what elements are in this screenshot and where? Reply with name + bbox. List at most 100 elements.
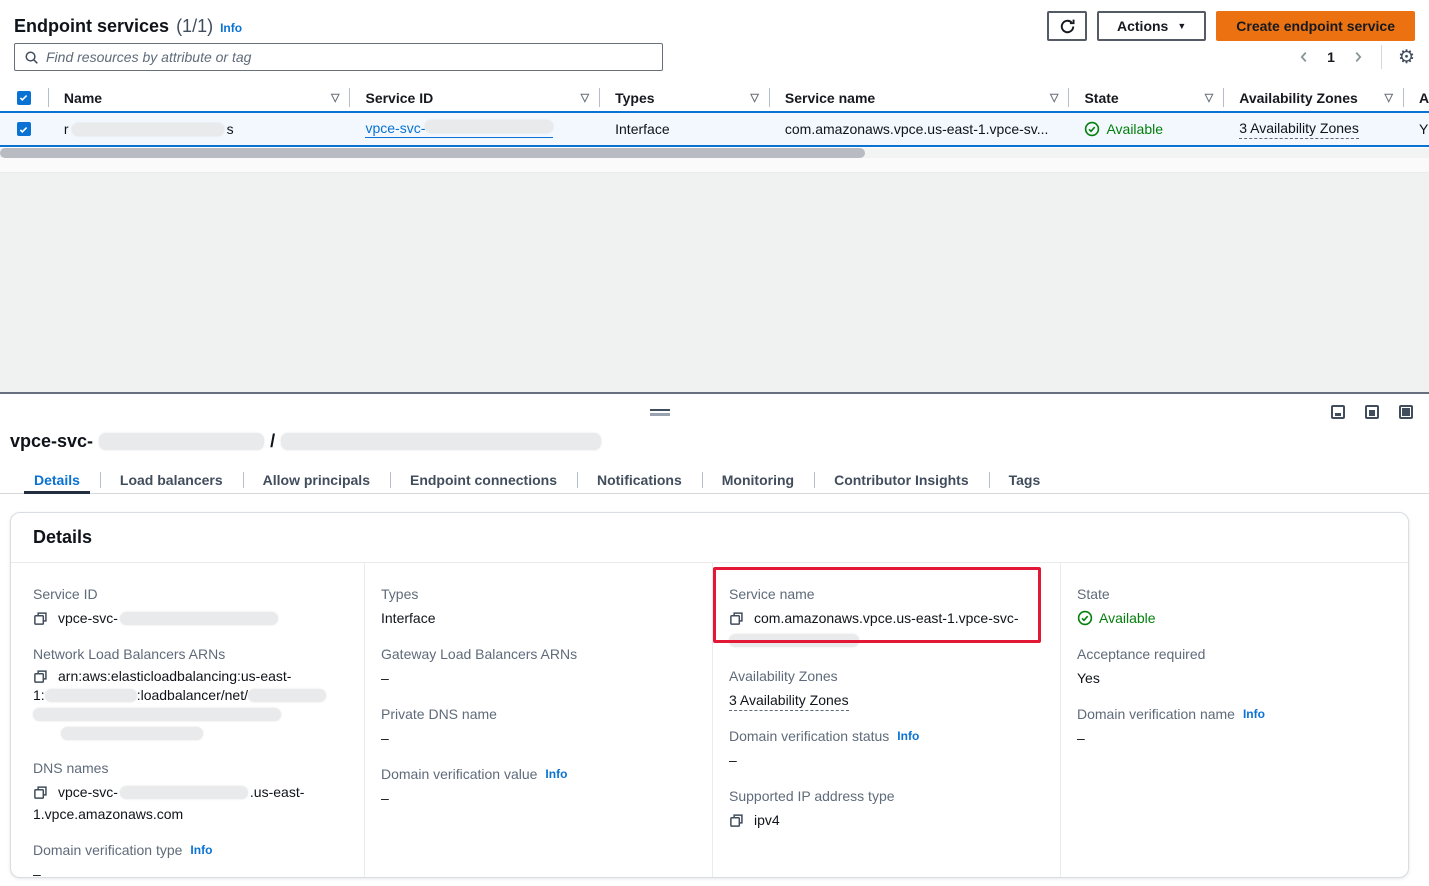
column-header-name[interactable]: Name ▽ xyxy=(48,84,350,111)
column-header-acceptance[interactable]: A xyxy=(1403,84,1429,111)
field-label: Acceptance required xyxy=(1077,645,1388,663)
copy-icon[interactable] xyxy=(729,611,744,626)
redacted-text xyxy=(120,786,248,799)
tab-endpoint-connections[interactable]: Endpoint connections xyxy=(390,467,577,493)
check-circle-icon xyxy=(1084,121,1100,137)
sort-icon[interactable]: ▽ xyxy=(1050,91,1058,104)
tab-tags[interactable]: Tags xyxy=(989,467,1061,493)
field-value: com.amazonaws.vpce.us-east-1.vpce-svc- xyxy=(754,607,1019,629)
field-value: 1.vpce.amazonaws.com xyxy=(33,803,344,825)
field-nlb-arns: Network Load Balancers ARNs arn:aws:elas… xyxy=(33,645,344,743)
create-endpoint-service-button[interactable]: Create endpoint service xyxy=(1216,11,1415,41)
tab-notifications[interactable]: Notifications xyxy=(577,467,702,493)
redacted-text xyxy=(281,433,601,450)
column-header-availability-zones[interactable]: Availability Zones ▽ xyxy=(1223,84,1403,111)
page-header: Endpoint services (1/1) Info Actions ▼ C… xyxy=(14,10,1415,42)
field-domain-verification-type: Domain verification type Info – xyxy=(33,841,344,885)
page-info-link[interactable]: Info xyxy=(220,21,242,35)
column-header-service-name[interactable]: Service name ▽ xyxy=(769,84,1069,111)
field-label: Domain verification value xyxy=(381,765,537,783)
cell-name: r s xyxy=(48,113,350,145)
page-number[interactable]: 1 xyxy=(1323,49,1339,65)
field-label: DNS names xyxy=(33,759,344,777)
copy-icon[interactable] xyxy=(729,813,744,828)
sort-icon[interactable]: ▽ xyxy=(750,91,758,104)
horizontal-scrollbar[interactable] xyxy=(0,148,1429,158)
panel-title-text: vpce-svc- xyxy=(10,431,93,452)
field-label: Service ID xyxy=(33,585,344,603)
copy-icon[interactable] xyxy=(33,669,48,684)
panel-position-full-icon[interactable] xyxy=(1399,405,1413,419)
redacted-text xyxy=(72,123,224,136)
redacted-text xyxy=(120,612,278,625)
search-input[interactable] xyxy=(46,49,653,65)
panel-position-half-icon[interactable] xyxy=(1365,405,1379,419)
info-link[interactable]: Info xyxy=(545,765,567,783)
column-header-state[interactable]: State ▽ xyxy=(1068,84,1223,111)
copy-icon[interactable] xyxy=(33,611,48,626)
sort-icon[interactable]: ▽ xyxy=(1385,91,1393,104)
details-column-4: State Available Acceptance required Yes xyxy=(1060,563,1408,877)
sort-icon[interactable]: ▽ xyxy=(1205,91,1213,104)
redacted-text xyxy=(729,634,859,647)
pagination: 1 ⚙ xyxy=(1297,45,1415,69)
sort-icon[interactable]: ▽ xyxy=(331,91,339,104)
info-link[interactable]: Info xyxy=(897,727,919,745)
header-actions: Actions ▼ Create endpoint service xyxy=(1047,11,1415,41)
field-private-dns-name: Private DNS name – xyxy=(381,705,692,749)
previous-page-icon[interactable] xyxy=(1297,50,1311,64)
field-value: arn:aws:elasticloadbalancing:us-east- xyxy=(58,667,291,686)
create-button-label: Create endpoint service xyxy=(1236,18,1395,34)
field-value: – xyxy=(729,749,1040,771)
table-row[interactable]: r s vpce-svc- Interface com.amazonaws.vp… xyxy=(0,111,1429,147)
panel-position-bottom-icon[interactable] xyxy=(1331,405,1345,419)
split-panel-drag-handle[interactable] xyxy=(650,409,670,416)
column-header-types[interactable]: Types ▽ xyxy=(599,84,769,111)
preferences-gear-icon[interactable]: ⚙ xyxy=(1398,48,1415,67)
tab-monitoring[interactable]: Monitoring xyxy=(702,467,814,493)
split-panel-size-controls xyxy=(1331,405,1413,419)
tab-allow-principals[interactable]: Allow principals xyxy=(243,467,390,493)
availability-zones-popover[interactable]: 3 Availability Zones xyxy=(729,692,849,711)
check-circle-icon xyxy=(1077,610,1093,626)
select-all-cell xyxy=(0,84,48,111)
column-header-label: Types xyxy=(615,90,654,106)
field-value: Yes xyxy=(1077,667,1388,689)
row-checkbox[interactable] xyxy=(17,122,31,136)
refresh-icon xyxy=(1059,18,1076,35)
page-background xyxy=(0,173,1429,392)
next-page-icon[interactable] xyxy=(1351,50,1365,64)
tab-details[interactable]: Details xyxy=(14,467,100,493)
tab-load-balancers[interactable]: Load balancers xyxy=(100,467,243,493)
tab-label: Monitoring xyxy=(722,472,794,488)
cell-state: Available xyxy=(1068,113,1223,145)
availability-zones-popover[interactable]: 3 Availability Zones xyxy=(1239,120,1359,139)
tab-label: Notifications xyxy=(597,472,682,488)
info-link[interactable]: Info xyxy=(1243,705,1265,723)
column-header-service-id[interactable]: Service ID ▽ xyxy=(349,84,599,111)
state-text: Available xyxy=(1106,121,1163,137)
field-label: Domain verification status xyxy=(729,727,889,745)
field-label: Gateway Load Balancers ARNs xyxy=(381,645,692,663)
sort-icon[interactable]: ▽ xyxy=(581,91,589,104)
refresh-button[interactable] xyxy=(1047,11,1087,41)
info-link[interactable]: Info xyxy=(190,841,212,859)
details-grid: Service ID vpce-svc- Network Load Balanc… xyxy=(11,563,1408,877)
service-id-link[interactable]: vpce-svc- xyxy=(365,120,553,138)
actions-button[interactable]: Actions ▼ xyxy=(1097,11,1206,41)
panel-title-separator: / xyxy=(270,431,275,452)
field-domain-verification-status: Domain verification status Info – xyxy=(729,727,1040,771)
split-panel-divider xyxy=(0,392,1429,394)
redacted-text xyxy=(425,120,553,133)
page-title: Endpoint services xyxy=(14,16,169,37)
field-service-name: Service name com.amazonaws.vpce.us-east-… xyxy=(729,585,1040,651)
tab-label: Tags xyxy=(1009,472,1041,488)
field-value: Interface xyxy=(381,607,692,629)
field-label: Availability Zones xyxy=(729,667,1040,685)
select-all-checkbox[interactable] xyxy=(17,91,31,105)
tab-contributor-insights[interactable]: Contributor Insights xyxy=(814,467,989,493)
column-header-label: Service ID xyxy=(365,90,433,106)
copy-icon[interactable] xyxy=(33,785,48,800)
scrollbar-thumb[interactable] xyxy=(0,148,865,158)
resource-count: (1/1) xyxy=(176,16,213,37)
